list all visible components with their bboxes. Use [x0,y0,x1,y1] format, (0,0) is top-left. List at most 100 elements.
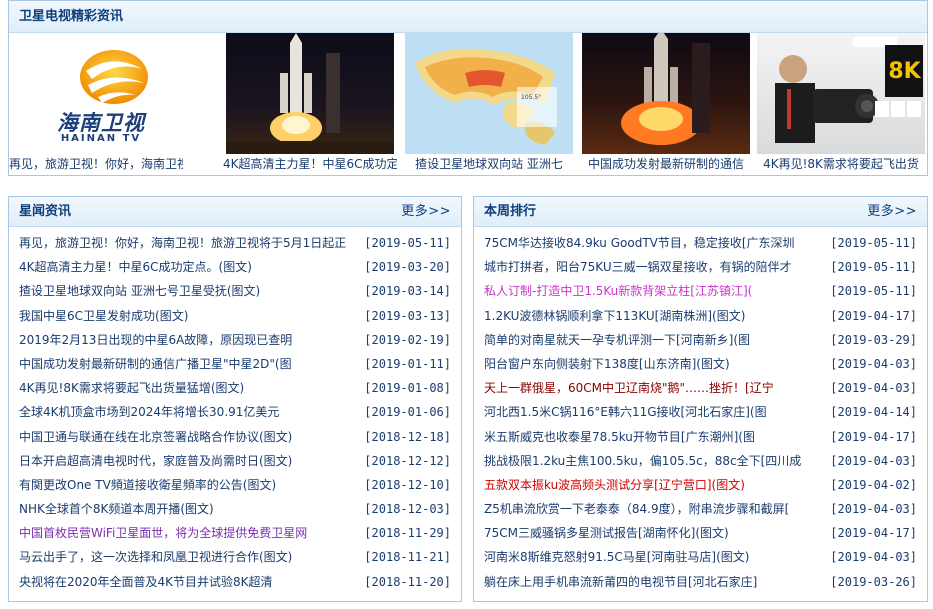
thumb-caption[interactable]: 4K再见!8K需求将要起飞出货 [754,154,928,174]
list-item[interactable]: 马云出手了，这一次选择和凤凰卫视进行合作(图文) [2018-11-21] [19,545,461,569]
thumb-caption[interactable]: 4K超高清主力星！中星6C成功定 [223,154,397,174]
list-item-title[interactable]: 马云出手了，这一次选择和凤凰卫视进行合作(图文) [19,545,292,569]
star-news-panel: 星闻资讯 更多>> 再见，旅游卫视！你好，海南卫视！旅游卫视将于5月1日起正 [2… [8,196,462,602]
list-item[interactable]: 有関更改One TV頻道接收衛星頻率的公告(图文) [2018-12-10] [19,473,461,497]
list-item[interactable]: 4K再见!8K需求将要起飞出货量猛增(图文) [2019-01-08] [19,376,461,400]
list-item-title[interactable]: 我国中星6C卫星发射成功(图文) [19,304,188,328]
list-item[interactable]: 央视将在2020年全面普及4K节目并试验8K超清 [2018-11-20] [19,570,461,594]
list-item[interactable]: 中国首枚民营WiFi卫星面世，将为全球提供免费卫星网 [2018-11-29] [19,521,461,545]
list-item-date: [2019-04-17] [830,308,917,323]
8k-camera-image: 8K [757,33,925,154]
list-item[interactable]: 中国卫通与联通在线在北京签署战略合作协议(图文) [2018-12-18] [19,425,461,449]
list-item[interactable]: 天上一群俄星，60CM中卫辽南烧"鹅"……挫折！[辽宁 [2019-04-03] [484,376,927,400]
satellite-coverage-map: 105.5° [405,33,573,154]
list-item-title[interactable]: 阳台窗户东向侧装射下138度[山东济南](图文) [484,352,730,376]
list-item-title[interactable]: NHK全球首个8K频道本周开播(图文) [19,497,214,521]
list-item-title[interactable]: 城市打拼者，阳台75KU三威一锅双星接收，有锅的陪伴才 [484,255,792,279]
list-item-title[interactable]: 五款双本振ku波高频头测试分享[辽宁营口](图文) [484,473,745,497]
list-item-date: [2018-12-12] [364,453,451,468]
list-item-title[interactable]: 75CM三威骚锅多星测试报告[湖南怀化](图文) [484,521,729,545]
list-item[interactable]: 2019年2月13日出现的中星6A故障，原因现已查明 [2019-02-19] [19,328,461,352]
rocket-launch-image [582,33,750,154]
list-item[interactable]: 日本开启超高清电视时代，家庭普及尚需时日(图文) [2018-12-12] [19,449,461,473]
rocket-launch-image [226,33,394,154]
list-item-date: [2019-03-20] [364,260,451,275]
list-item-date: [2019-05-11] [830,260,917,275]
more-link[interactable]: 更多>> [401,197,451,227]
thumb-item[interactable]: 8K 4K再见!8K需求将要起飞出货 [754,33,928,174]
list-item-date: [2019-04-17] [830,429,917,444]
list-item-date: [2018-12-03] [364,502,451,517]
list-item[interactable]: 私人订制-打造中卫1.5Ku新款背架立柱[江苏镇江]([2019-05-11] [484,279,927,303]
list-item-title[interactable]: 2019年2月13日出现的中星6A故障，原因现已查明 [19,328,292,352]
list-item-title[interactable]: 有関更改One TV頻道接收衛星頻率的公告(图文) [19,473,276,497]
coverage-map-icon: 105.5° [415,48,557,145]
list-item[interactable]: 我国中星6C卫星发射成功(图文) [2019-03-13] [19,304,461,328]
list-item[interactable]: 揸设卫星地球双向站 亚洲七号卫星受抚(图文) [2019-03-14] [19,279,461,303]
list-item-title[interactable]: 中国卫通与联通在线在北京签署战略合作协议(图文) [19,425,292,449]
list-item-date: [2019-04-03] [830,550,917,565]
list-item[interactable]: NHK全球首个8K频道本周开播(图文) [2018-12-03] [19,497,461,521]
list-item[interactable]: 阳台窗户东向侧装射下138度[山东济南](图文) [2019-04-03] [484,352,927,376]
thumb-caption[interactable]: 揸设卫星地球双向站 亚洲七 [402,154,576,174]
list-item[interactable]: 全球4K机顶盒市场到2024年将增长30.91亿美元 [2019-01-06] [19,400,461,424]
list-item[interactable]: 再见，旅游卫视！你好，海南卫视！旅游卫视将于5月1日起正 [2019-05-11] [19,231,461,255]
panel-title: 本周排行 [484,203,537,219]
rocket-icon [621,33,710,145]
list-item-title[interactable]: 河南米8斯维克怒射91.5C马星[河南驻马店](图文) [484,545,749,569]
list-item[interactable]: 1.2KU波德林锅顺利拿下113KU[湖南株洲](图文) [2019-04-17] [484,304,927,328]
list-item[interactable]: 躺在床上用手机串流新莆四的电视节目[河北石家庄] [2019-03-26] [484,570,927,594]
thumb-caption[interactable]: 中国成功发射最新研制的通信 [579,154,753,174]
list-item-title[interactable]: 挑战极限1.2ku主焦100.5ku，偏105.5c，88c全下[四川成 [484,449,801,473]
list-item-title[interactable]: 揸设卫星地球双向站 亚洲七号卫星受抚(图文) [19,279,260,303]
weekly-ranking-panel: 本周排行 更多>> 75CM华达接收84.9ku GoodTV节目，稳定接收[广… [473,196,928,602]
thumb-item[interactable]: 4K超高清主力星！中星6C成功定 [223,33,397,174]
list-item-title[interactable]: 日本开启超高清电视时代，家庭普及尚需时日(图文) [19,449,292,473]
list-item[interactable]: 河南米8斯维克怒射91.5C马星[河南驻马店](图文) [2019-04-03] [484,545,927,569]
thumb-item[interactable]: 中国成功发射最新研制的通信 [579,33,753,174]
panel-header: 本周排行 更多>> [474,197,927,227]
list-item-title[interactable]: 米五斯威克也收泰星78.5ku开物节目[广东潮州](图 [484,425,755,449]
list-item-title[interactable]: 躺在床上用手机串流新莆四的电视节目[河北石家庄] [484,570,757,594]
list-item[interactable]: 4K超高清主力星！中星6C成功定点。(图文) [2019-03-20] [19,255,461,279]
list-item[interactable]: 五款双本振ku波高频头测试分享[辽宁营口](图文) [2019-04-02] [484,473,927,497]
list-item-title[interactable]: 4K超高清主力星！中星6C成功定点。(图文) [19,255,252,279]
news-list: 再见，旅游卫视！你好，海南卫视！旅游卫视将于5月1日起正 [2019-05-11]… [9,227,461,594]
list-item-title[interactable]: 4K再见!8K需求将要起飞出货量猛增(图文) [19,376,244,400]
list-item[interactable]: Z5机串流欣赏一下老泰泰（84.9度），附串流步骤和截屏[[2019-04-03… [484,497,927,521]
list-item-title[interactable]: 1.2KU波德林锅顺利拿下113KU[湖南株洲](图文) [484,304,745,328]
more-link[interactable]: 更多>> [867,197,917,227]
list-item[interactable]: 城市打拼者，阳台75KU三威一锅双星接收，有锅的陪伴才 [2019-05-11] [484,255,927,279]
list-item-date: [2019-04-17] [830,526,917,541]
list-item-date: [2019-04-03] [830,453,917,468]
thumb-item[interactable]: 105.5° 揸设卫星地球双向站 亚洲七 [402,33,576,174]
list-item-date: [2018-12-10] [364,477,451,492]
list-item-date: [2018-11-20] [364,574,451,589]
list-item[interactable]: 75CM三威骚锅多星测试报告[湖南怀化](图文) [2019-04-17] [484,521,927,545]
list-item-title[interactable]: 中国首枚民营WiFi卫星面世，将为全球提供免费卫星网 [19,521,307,545]
logo-subtext: HAINAN TV [60,133,142,144]
list-item[interactable]: 挑战极限1.2ku主焦100.5ku，偏105.5c，88c全下[四川成 [201… [484,449,927,473]
list-item-title[interactable]: 再见，旅游卫视！你好，海南卫视！旅游卫视将于5月1日起正 [19,231,346,255]
list-item-title[interactable]: 75CM华达接收84.9ku GoodTV节目，稳定接收[广东深圳 [484,231,795,255]
list-item[interactable]: 75CM华达接收84.9ku GoodTV节目，稳定接收[广东深圳 [2019-0… [484,231,927,255]
list-item[interactable]: 中国成功发射最新研制的通信广播卫星"中星2D"(图 [2019-01-11] [19,352,461,376]
list-item-title[interactable]: 河北西1.5米C锅116°E韩六11G接收[河北石家庄](图 [484,400,767,424]
list-item[interactable]: 河北西1.5米C锅116°E韩六11G接收[河北石家庄](图 [2019-04-1… [484,400,927,424]
thumb-caption[interactable]: 再见，旅游卫视！你好，海南卫视！旅 [9,154,183,174]
list-item-title[interactable]: 全球4K机顶盒市场到2024年将增长30.91亿美元 [19,400,279,424]
list-item[interactable]: 简单的对南星就天一孕专机评测一下[河南新乡](图 [2019-03-29] [484,328,927,352]
list-item-title[interactable]: 私人订制-打造中卫1.5Ku新款背架立柱[江苏镇江]( [484,279,752,303]
thumb-item[interactable]: 海南卫视 HAINAN TV 再见，旅游卫视！你好，海南卫视！旅 [9,33,183,174]
panel-header: 星闻资讯 更多>> [9,197,461,227]
list-item-title[interactable]: 央视将在2020年全面普及4K节目并试验8K超清 [19,570,273,594]
list-item-title[interactable]: 简单的对南星就天一孕专机评测一下[河南新乡](图 [484,328,750,352]
list-item-date: [2019-02-19] [364,332,451,347]
list-item-date: [2019-04-03] [830,381,917,396]
list-item-title[interactable]: 中国成功发射最新研制的通信广播卫星"中星2D"(图 [19,352,292,376]
list-item-date: [2019-03-26] [830,574,917,589]
list-item[interactable]: 米五斯威克也收泰星78.5ku开物节目[广东潮州](图 [2019-04-17] [484,425,927,449]
list-item-date: [2019-05-11] [364,236,451,250]
list-item-title[interactable]: 天上一群俄星，60CM中卫辽南烧"鹅"……挫折！[辽宁 [484,376,774,400]
list-item-title[interactable]: Z5机串流欣赏一下老泰泰（84.9度），附串流步骤和截屏[ [484,497,789,521]
